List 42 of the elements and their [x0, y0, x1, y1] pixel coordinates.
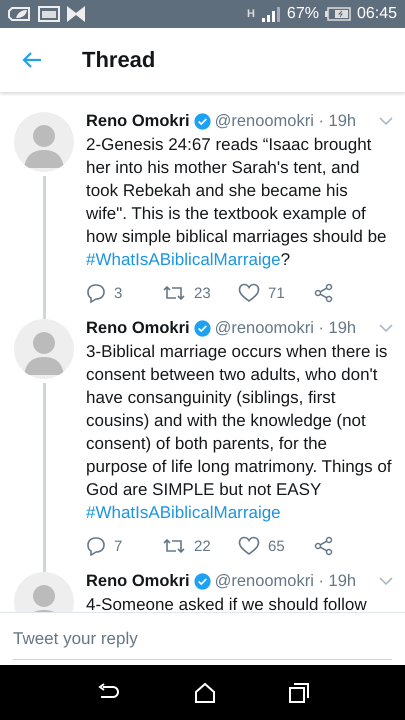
home-icon[interactable] [194, 682, 216, 704]
battery-icon [324, 7, 351, 21]
retweet-icon [162, 283, 186, 303]
author-handle: @renoomokri · 19h [214, 572, 356, 591]
like-button[interactable]: 65 [238, 534, 314, 558]
heart-icon [238, 283, 260, 303]
retweet-button[interactable]: 22 [162, 534, 238, 558]
hashtag-link[interactable]: #WhatIsABiblicalMarraige [86, 503, 281, 522]
reply-button[interactable]: 3 [86, 281, 162, 305]
heart-icon [238, 536, 260, 556]
signal-icon [260, 6, 281, 22]
chevron-down-icon[interactable] [379, 117, 393, 126]
verified-badge-icon [194, 320, 211, 337]
author-name[interactable]: Reno Omokri [86, 319, 190, 338]
leaf-icon [8, 6, 32, 22]
author-name[interactable]: Reno Omokri [86, 112, 190, 131]
battery-percent: 67% [286, 5, 319, 23]
hashtag-link[interactable]: #WhatIsABiblicalMarraige [86, 250, 281, 269]
tweet-text: 2-Genesis 24:67 reads “Isaac brought her into his mother Sarah's tent, and took Rebekah and she became his wife". This is the textbook example of how simple biblical marriages should be #WhatIsABiblicalMarraige? [86, 134, 388, 271]
header-title: Thread [82, 47, 156, 73]
retweet-icon [162, 536, 186, 556]
retweet-button[interactable]: 23 [162, 281, 238, 305]
tweet-text: 4-Someone asked if we should follow [86, 594, 368, 612]
share-button[interactable] [314, 281, 334, 305]
author-handle: @renoomokri · 19h [214, 319, 356, 338]
chevron-down-icon[interactable] [379, 324, 393, 333]
author-name[interactable]: Reno Omokri [86, 572, 190, 591]
clock-time: 06:45 [356, 5, 397, 23]
like-button[interactable]: 71 [238, 281, 314, 305]
reply-button[interactable]: 7 [86, 534, 162, 558]
speech-bubble-icon [86, 536, 106, 556]
share-button[interactable] [314, 534, 334, 558]
network-type: H [246, 8, 255, 20]
speech-bubble-icon [86, 283, 106, 303]
recent-apps-icon[interactable] [288, 682, 308, 702]
tweet-text: 3-Biblical marriage occurs when there is consent between two adults, who don't have consanguinity (siblings, first cousins) and with the knowledge (not consent) of both parents, for the purpose of life long matrimony. Things of God are SIMPLE but not EASY #WhatIsABiblicalMarraige [86, 341, 393, 524]
verified-badge-icon [194, 113, 211, 130]
chevron-down-icon[interactable] [379, 577, 393, 586]
image-icon [38, 6, 60, 22]
author-handle: @renoomokri · 19h [214, 112, 356, 131]
verified-badge-icon [194, 573, 211, 590]
bowtie-icon [66, 5, 86, 23]
